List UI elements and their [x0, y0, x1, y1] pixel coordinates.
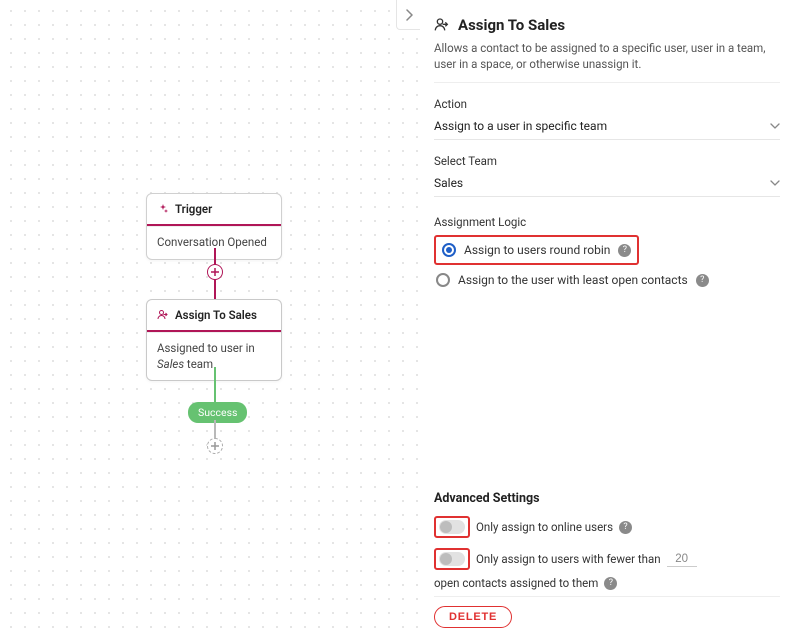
logic-radio-group: Assign to users round robin ? Assign to … [434, 235, 780, 291]
delete-button[interactable]: DELETE [434, 606, 512, 628]
team-label: Select Team [434, 154, 780, 168]
user-assign-icon [157, 309, 169, 321]
radio-icon [436, 273, 450, 287]
action-label: Action [434, 97, 780, 111]
toggle-fewer-than-suffix: open contacts assigned to them [434, 576, 598, 590]
team-select[interactable]: Sales [434, 172, 780, 197]
highlight-box: Assign to users round robin ? [434, 235, 639, 265]
success-badge: Success [188, 402, 247, 423]
config-panel: Assign To Sales Allows a contact to be a… [420, 0, 800, 634]
logic-option-round-robin[interactable]: Assign to users round robin ? [440, 239, 633, 261]
help-icon[interactable]: ? [696, 274, 709, 287]
radio-icon [442, 243, 456, 257]
highlight-box [434, 516, 470, 538]
panel-collapse-handle[interactable] [396, 0, 420, 30]
sparkle-icon [157, 203, 169, 215]
add-node-button-end[interactable] [207, 438, 223, 454]
highlight-box [434, 548, 470, 570]
action-select[interactable]: Assign to a user in specific team [434, 115, 780, 140]
help-icon[interactable]: ? [618, 244, 631, 257]
fewer-than-input[interactable] [667, 552, 697, 567]
user-assign-icon [434, 17, 450, 33]
add-node-button[interactable] [207, 264, 223, 280]
toggle-fewer-than-row: Only assign to users with fewer than ope… [434, 548, 780, 590]
logic-label: Assignment Logic [434, 215, 780, 229]
advanced-heading: Advanced Settings [434, 491, 780, 506]
toggle-online-only-row: Only assign to online users ? [434, 516, 780, 538]
node-assign-title: Assign To Sales [175, 308, 257, 322]
chevron-down-icon [770, 119, 780, 133]
toggle-fewer-than[interactable] [439, 552, 465, 566]
help-icon[interactable]: ? [604, 577, 617, 590]
chevron-right-icon [405, 9, 413, 21]
chevron-down-icon [770, 176, 780, 190]
help-icon[interactable]: ? [619, 521, 632, 534]
toggle-fewer-than-prefix: Only assign to users with fewer than [476, 552, 661, 566]
connector [214, 420, 216, 438]
team-value: Sales [434, 176, 463, 190]
action-value: Assign to a user in specific team [434, 119, 607, 133]
toggle-online-only[interactable] [439, 520, 465, 534]
panel-title: Assign To Sales [458, 16, 565, 34]
connector [214, 367, 216, 402]
node-trigger-title: Trigger [175, 202, 212, 216]
panel-description: Allows a contact to be assigned to a spe… [434, 40, 780, 83]
workflow-canvas[interactable]: Trigger Conversation Opened Assign To Sa… [0, 0, 420, 634]
advanced-settings: Advanced Settings Only assign to online … [434, 471, 780, 590]
logic-option-least-open[interactable]: Assign to the user with least open conta… [434, 269, 780, 291]
toggle-online-only-label: Only assign to online users [476, 520, 613, 534]
panel-footer: DELETE [434, 596, 780, 628]
